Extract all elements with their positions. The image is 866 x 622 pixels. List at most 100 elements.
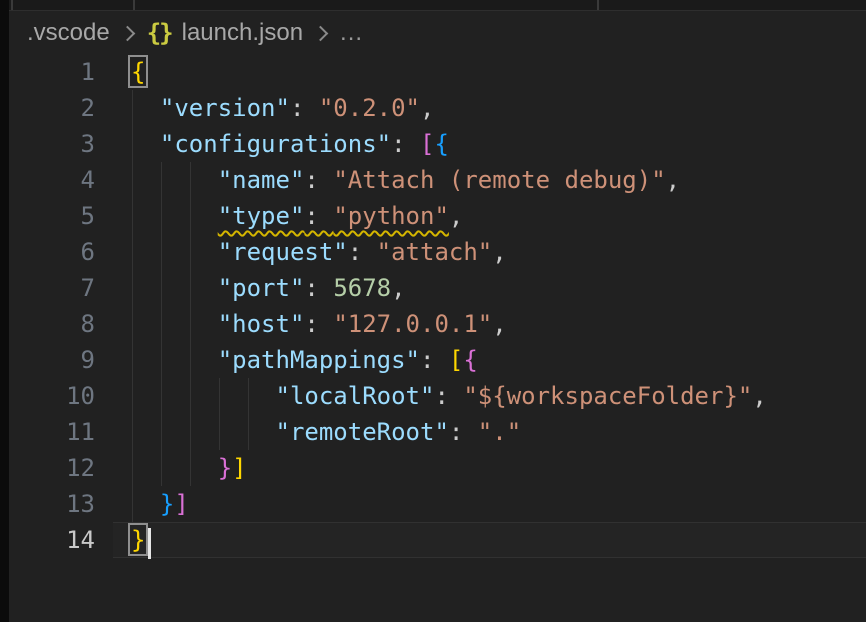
code-token: , <box>391 274 405 302</box>
code-line-content: }] <box>95 450 247 486</box>
code-line[interactable]: 9 "pathMappings": [{ <box>9 342 866 378</box>
code-line[interactable]: 3 "configurations": [{ <box>9 126 866 162</box>
line-number[interactable]: 13 <box>9 486 95 522</box>
line-number[interactable]: 11 <box>9 414 95 450</box>
breadcrumb-file[interactable]: launch.json <box>182 19 303 47</box>
code-line-content: "request": "attach", <box>95 234 507 270</box>
code-line[interactable]: 6 "request": "attach", <box>9 234 866 270</box>
code-token <box>131 238 218 266</box>
warning-squiggle: "type": "python" <box>218 202 449 230</box>
code-token: [ <box>449 346 463 374</box>
code-line[interactable]: 7 "port": 5678, <box>9 270 866 306</box>
code-token <box>131 130 160 158</box>
code-token: "port" <box>218 274 305 302</box>
code-line[interactable]: 10 "localRoot": "${workspaceFolder}", <box>9 378 866 414</box>
json-braces-icon: {} <box>147 19 172 47</box>
code-line[interactable]: 2 "version": "0.2.0", <box>9 90 866 126</box>
breadcrumb-folder[interactable]: .vscode <box>27 19 110 47</box>
code-token: : <box>348 238 377 266</box>
code-token: } <box>160 490 174 518</box>
code-token: "configurations" <box>160 130 391 158</box>
code-token: , <box>752 382 766 410</box>
code-token: 5678 <box>333 274 391 302</box>
code-token: , <box>420 94 434 122</box>
code-token: "pathMappings" <box>218 346 420 374</box>
line-number[interactable]: 8 <box>9 306 95 342</box>
line-number[interactable]: 3 <box>9 126 95 162</box>
code-token <box>131 418 276 446</box>
code-editor[interactable]: 1{2 "version": "0.2.0",3 "configurations… <box>9 54 866 558</box>
code-line[interactable]: 12 }] <box>9 450 866 486</box>
code-token: : <box>304 310 333 338</box>
code-token: : <box>391 130 420 158</box>
code-line[interactable]: 13 }] <box>9 486 866 522</box>
code-token: [ <box>420 130 434 158</box>
code-token: ] <box>232 454 246 482</box>
code-line-content: "pathMappings": [{ <box>95 342 478 378</box>
code-token: , <box>666 166 680 194</box>
code-token: "127.0.0.1" <box>333 310 492 338</box>
line-number[interactable]: 9 <box>9 342 95 378</box>
code-line-content: "type": "python", <box>95 198 463 234</box>
code-token: : <box>304 274 333 302</box>
code-token: "version" <box>160 94 290 122</box>
vscode-editor-window: .vscode {} launch.json ... 1{2 "version"… <box>0 0 866 622</box>
code-token: "Attach (remote debug)" <box>333 166 665 194</box>
code-token: : <box>420 346 449 374</box>
code-token <box>131 382 276 410</box>
line-number[interactable]: 6 <box>9 234 95 270</box>
code-line-content: "host": "127.0.0.1", <box>95 306 507 342</box>
tab-separator <box>11 0 13 10</box>
code-token: "host" <box>218 310 305 338</box>
code-token: : <box>304 202 333 230</box>
code-token: "type" <box>218 202 305 230</box>
code-token: "${workspaceFolder}" <box>463 382 752 410</box>
code-line[interactable]: 4 "name": "Attach (remote debug)", <box>9 162 866 198</box>
chevron-right-icon <box>313 25 329 41</box>
code-token <box>131 166 218 194</box>
code-line-content: "port": 5678, <box>95 270 406 306</box>
code-line-content: "remoteRoot": "." <box>95 414 521 450</box>
code-token: , <box>449 202 463 230</box>
code-line[interactable]: 8 "host": "127.0.0.1", <box>9 306 866 342</box>
tab-bar <box>0 0 866 11</box>
line-number[interactable]: 1 <box>9 54 95 90</box>
line-number[interactable]: 2 <box>9 90 95 126</box>
code-token: : <box>434 382 463 410</box>
breadcrumb-symbol[interactable]: ... <box>340 19 363 47</box>
code-token: , <box>492 310 506 338</box>
code-token: "localRoot" <box>276 382 435 410</box>
code-line[interactable]: 11 "remoteRoot": "." <box>9 414 866 450</box>
code-line[interactable]: 5 "type": "python", <box>9 198 866 234</box>
matched-bracket: { <box>131 58 145 86</box>
code-token: , <box>492 238 506 266</box>
line-number[interactable]: 4 <box>9 162 95 198</box>
code-line-content: } <box>95 522 145 558</box>
current-line-highlight <box>113 522 866 558</box>
breadcrumb: .vscode {} launch.json ... <box>9 11 866 55</box>
line-number[interactable]: 14 <box>9 522 95 558</box>
chevron-right-icon <box>119 25 135 41</box>
code-token <box>131 346 218 374</box>
line-number[interactable]: 5 <box>9 198 95 234</box>
text-cursor <box>148 528 151 559</box>
code-token: "remoteRoot" <box>276 418 449 446</box>
code-token <box>131 310 218 338</box>
code-token: "request" <box>218 238 348 266</box>
line-number[interactable]: 10 <box>9 378 95 414</box>
code-token: : <box>290 94 319 122</box>
code-token: "attach" <box>377 238 493 266</box>
code-token: "python" <box>333 202 449 230</box>
code-line[interactable]: 14} <box>9 522 866 558</box>
code-token: "name" <box>218 166 305 194</box>
code-line[interactable]: 1{ <box>9 54 866 90</box>
code-token: } <box>218 454 232 482</box>
code-token <box>131 490 160 518</box>
code-token <box>131 202 218 230</box>
code-token: { <box>463 346 477 374</box>
code-token: { <box>434 130 448 158</box>
code-line-content: }] <box>95 486 189 522</box>
line-number[interactable]: 7 <box>9 270 95 306</box>
line-number[interactable]: 12 <box>9 450 95 486</box>
code-token <box>131 94 160 122</box>
